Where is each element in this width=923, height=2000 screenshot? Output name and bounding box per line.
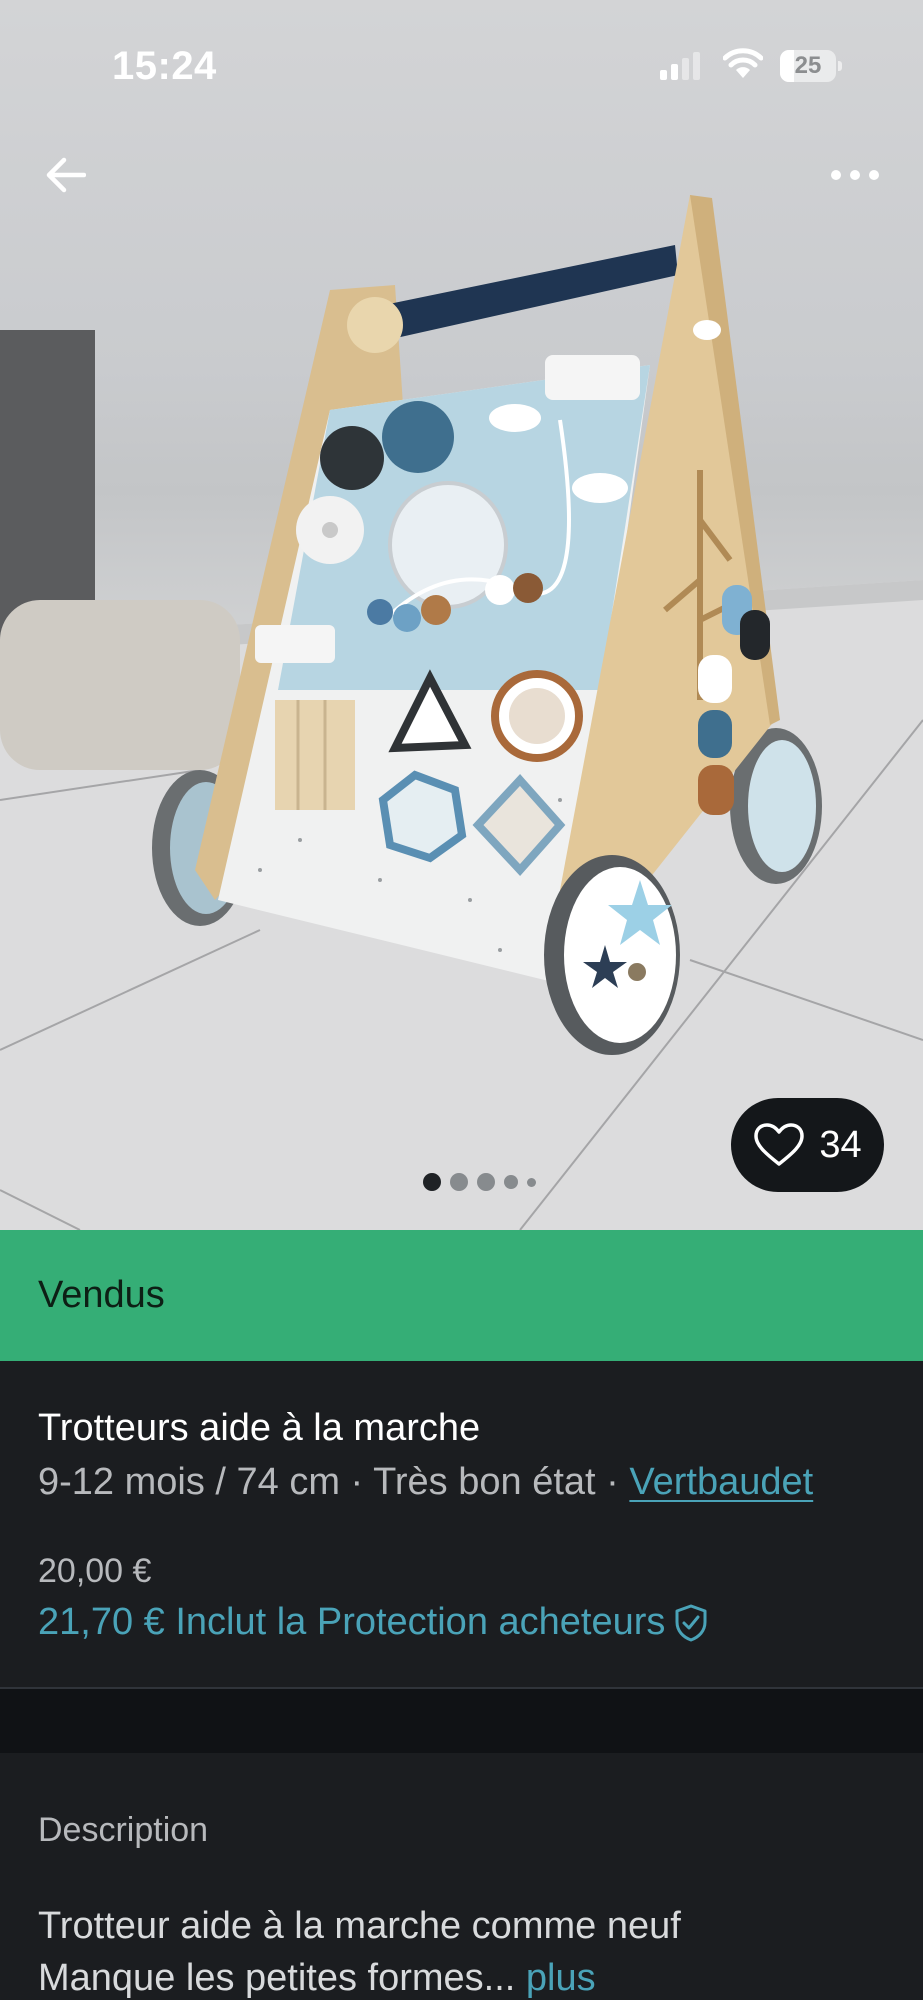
status-time: 15:24 (112, 44, 217, 88)
carousel-dot[interactable] (477, 1173, 495, 1191)
description-more-link[interactable]: plus (526, 1957, 596, 1999)
battery-level: 25 (794, 52, 822, 79)
sold-banner: Vendus (0, 1230, 923, 1361)
favourite-button[interactable]: 34 (731, 1098, 884, 1192)
meta-separator: · (595, 1461, 630, 1503)
ellipsis-icon (831, 170, 879, 180)
item-title: Trotteurs aide à la marche (38, 1407, 481, 1449)
item-condition: Très bon état (373, 1461, 596, 1503)
cellular-signal-icon (660, 52, 700, 80)
battery-icon: 25 (780, 50, 842, 82)
item-attributes: 9-12 mois / 74 cm · Très bon état · Vert… (38, 1461, 813, 1504)
back-button[interactable] (36, 145, 96, 205)
item-detail-page: 15:24 25 34 Vendus Trotteurs aide à la m… (0, 0, 923, 2000)
status-bar: 15:24 25 (0, 0, 923, 130)
more-options-button[interactable] (820, 150, 890, 200)
carousel-dot[interactable] (527, 1177, 536, 1187)
item-price: 20,00 € (38, 1552, 152, 1590)
description-line-2: Manque les petites formes... plus (38, 1957, 596, 2000)
heart-outline-icon (754, 1123, 805, 1166)
item-size: 9-12 mois / 74 cm (38, 1461, 340, 1503)
brand-link[interactable]: Vertbaudet (629, 1461, 813, 1503)
section-divider (0, 1689, 923, 1753)
shield-check-icon (675, 1604, 707, 1641)
description-text: Manque les petites formes... (38, 1957, 516, 1999)
arrow-left-icon (46, 157, 86, 193)
wifi-icon (723, 48, 763, 78)
sold-label: Vendus (38, 1274, 165, 1316)
carousel-dot[interactable] (423, 1173, 441, 1191)
favourite-count: 34 (819, 1123, 862, 1166)
total-price: 21,70 € Inclut la Protection acheteurs (38, 1601, 666, 1643)
carousel-dot[interactable] (450, 1173, 468, 1191)
buyer-protection-link[interactable]: 21,70 € Inclut la Protection acheteurs (38, 1601, 709, 1644)
item-photo[interactable]: 15:24 25 34 (0, 0, 923, 1230)
item-summary: Trotteurs aide à la marche 9-12 mois / 7… (0, 1361, 923, 1689)
description-section: Description Trotteur aide à la marche co… (0, 1753, 923, 2000)
baby-walker-photo (0, 195, 923, 1230)
meta-separator: · (340, 1461, 374, 1503)
description-line-1: Trotteur aide à la marche comme neuf (38, 1905, 681, 1947)
carousel-indicator[interactable] (423, 1172, 536, 1192)
description-heading: Description (38, 1811, 209, 1849)
carousel-dot[interactable] (504, 1175, 518, 1189)
